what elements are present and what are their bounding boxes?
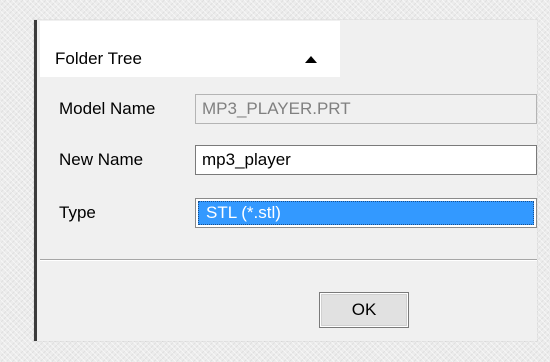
save-copy-dialog: Folder Tree Model Name MP3_PLAYER.PRT Ne… xyxy=(34,20,537,341)
type-label: Type xyxy=(59,203,96,222)
new-name-label: New Name xyxy=(59,150,144,169)
divider xyxy=(40,259,537,261)
ok-button[interactable]: OK xyxy=(319,292,409,328)
new-name-input[interactable]: mp3_player xyxy=(195,145,537,175)
type-selected-option[interactable]: STL (*.stl) xyxy=(198,201,534,225)
model-name-label: Model Name xyxy=(59,99,156,118)
model-name-field: MP3_PLAYER.PRT xyxy=(195,94,537,124)
triangle-up-icon[interactable] xyxy=(305,56,317,63)
folder-tree-label: Folder Tree xyxy=(55,49,142,68)
type-select[interactable]: STL (*.stl) xyxy=(195,198,537,228)
